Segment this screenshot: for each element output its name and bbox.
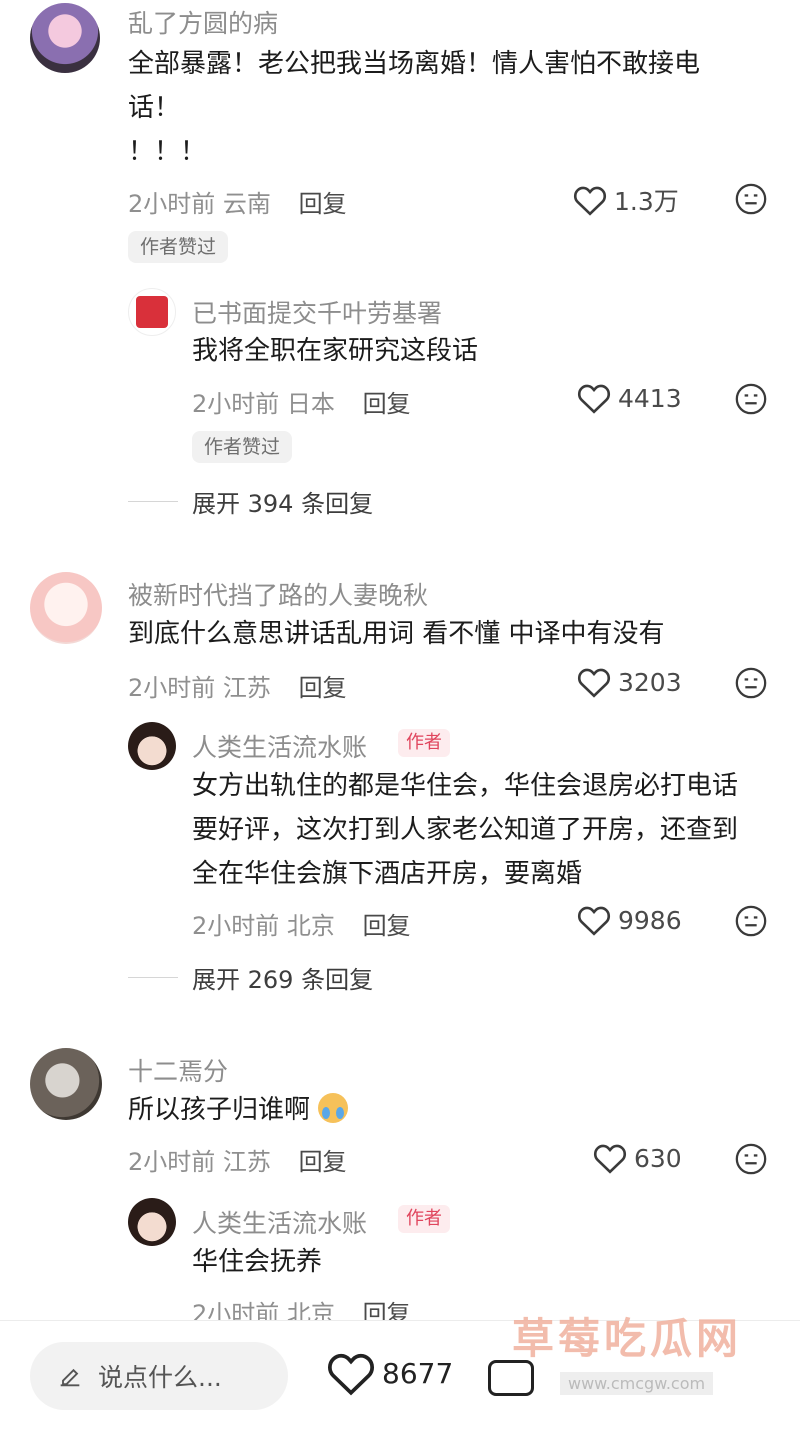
heart-icon — [577, 668, 611, 698]
author-tag: 作者 — [398, 1205, 450, 1233]
comment-meta: 2小时前 江苏 回复 — [128, 674, 347, 702]
like-button[interactable]: 630 — [592, 1142, 682, 1174]
expand-replies-button[interactable]: 展开 394 条回复 — [128, 484, 373, 519]
reply-button[interactable]: 回复 — [363, 390, 411, 418]
dislike-button[interactable] — [734, 904, 768, 942]
reply-username[interactable]: 已书面提交千叶劳基署 — [192, 294, 442, 330]
avatar[interactable] — [30, 572, 102, 644]
meh-face-icon — [735, 905, 767, 937]
like-button[interactable]: 9986 — [576, 904, 682, 936]
comment-username[interactable]: 被新时代挡了路的人妻晚秋 — [128, 576, 428, 612]
post-like-count: 8677 — [382, 1356, 454, 1390]
like-button[interactable]: 4413 — [576, 382, 682, 414]
reply-button[interactable]: 回复 — [299, 674, 347, 702]
dislike-button[interactable] — [734, 666, 768, 704]
like-count: 630 — [634, 1143, 682, 1173]
comment-input[interactable]: 说点什么... — [30, 1342, 288, 1410]
reply-meta: 2小时前 北京 回复 — [192, 912, 411, 940]
reply-button[interactable]: 回复 — [299, 1148, 347, 1176]
meh-face-icon — [735, 383, 767, 415]
author-liked-chip: 作者赞过 — [128, 231, 229, 263]
reply-text: 华住会抚养 — [192, 1247, 323, 1277]
watermark-url: www.cmcgw.com — [560, 1372, 714, 1395]
heart-icon — [577, 906, 611, 936]
reply-text: 女方出轨住的都是华住会，华住会退房必打电话要好评，这次打到人家老公知道了开房，还… — [192, 771, 739, 889]
pencil-icon — [60, 1368, 80, 1387]
comment-time: 2小时前 — [128, 190, 216, 218]
comment-input-placeholder: 说点什么... — [98, 1363, 222, 1392]
author-tag: 作者 — [398, 729, 450, 757]
reply-username[interactable]: 人类生活流水账 — [192, 1204, 367, 1240]
comment-meta: 2小时前 江苏 回复 — [128, 1148, 347, 1176]
like-button[interactable]: 3203 — [576, 666, 682, 698]
dislike-button[interactable] — [734, 1142, 768, 1180]
reply-username[interactable]: 人类生活流水账 — [192, 728, 367, 764]
dislike-button[interactable] — [734, 182, 768, 220]
avatar[interactable] — [30, 3, 100, 73]
reply-button[interactable]: 回复 — [363, 912, 411, 940]
comment-meta: 2小时前 云南 回复 — [128, 184, 347, 219]
comment-text: 到底什么意思讲话乱用词 看不懂 中译中有没有 — [128, 619, 665, 649]
tear-icon — [322, 1107, 331, 1119]
comment-location: 云南 — [222, 190, 271, 218]
expand-replies-button[interactable]: 展开 269 条回复 — [128, 960, 373, 995]
comment-text: 所以孩子归谁啊 — [128, 1088, 349, 1132]
meh-face-icon — [735, 183, 767, 215]
divider — [128, 977, 178, 978]
like-count: 3203 — [618, 667, 682, 697]
watermark: 草莓吃瓜网 — [512, 1314, 743, 1363]
avatar[interactable] — [30, 1048, 102, 1120]
avatar[interactable] — [128, 1198, 176, 1246]
reply-button[interactable]: 回复 — [299, 190, 347, 218]
reply-meta: 2小时前 日本 回复 — [192, 390, 411, 418]
comment-username[interactable]: 乱了方圆的病 — [128, 4, 278, 40]
like-count: 4413 — [618, 383, 682, 413]
reply-text: 我将全职在家研究这段话 — [192, 336, 479, 366]
comment-username[interactable]: 十二焉分 — [128, 1052, 228, 1088]
avatar[interactable] — [128, 288, 176, 336]
avatar[interactable] — [128, 722, 176, 770]
heart-icon — [573, 186, 607, 216]
heart-icon — [327, 1353, 375, 1396]
like-count: 1.3万 — [614, 187, 679, 216]
author-liked-chip: 作者赞过 — [192, 431, 293, 463]
avatar-stamp-icon — [136, 296, 168, 328]
tear-icon — [336, 1107, 345, 1119]
heart-icon — [593, 1144, 627, 1174]
meh-face-icon — [735, 1143, 767, 1175]
comment-text: 全部暴露！老公把我当场离婚！情人害怕不敢接电话！ ！！！ — [128, 49, 701, 167]
divider — [128, 501, 178, 502]
meh-face-icon — [735, 667, 767, 699]
heart-icon — [577, 384, 611, 414]
like-button[interactable]: 1.3万 — [572, 182, 679, 218]
crying-emoji-icon — [318, 1093, 349, 1123]
like-count: 9986 — [618, 905, 682, 935]
dislike-button[interactable] — [734, 382, 768, 420]
post-like-button[interactable]: 8677 — [326, 1350, 453, 1396]
